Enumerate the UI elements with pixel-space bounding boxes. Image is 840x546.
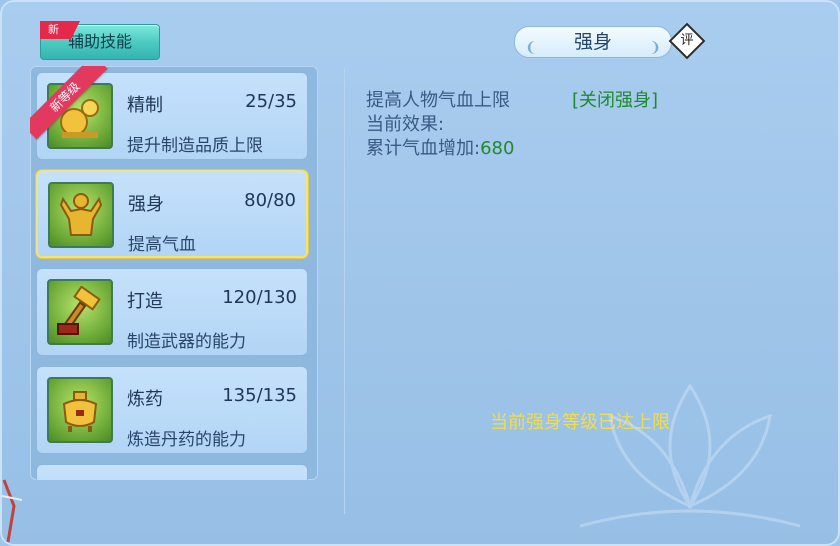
skill-list[interactable]: 精制 25/35 提升制造品质上限 新等级 强身 80/80 提高气血 打造 1…	[30, 66, 318, 480]
current-effect-label: 当前效果:	[366, 114, 445, 135]
skill-name: 炼药	[127, 389, 163, 410]
skill-card-partial[interactable]	[36, 464, 308, 480]
corner-ornament-icon	[1, 479, 23, 543]
hammer-icon	[47, 279, 113, 345]
skill-card-refine[interactable]: 精制 25/35 提升制造品质上限 新等级	[30, 66, 308, 160]
skill-level: 135/135	[222, 385, 297, 406]
skill-desc: 提高气血	[128, 235, 196, 255]
skill-level: 120/130	[222, 287, 297, 308]
hp-increase-label: 累计气血增加:	[366, 138, 481, 159]
detail-title: ❨ 强身 ❩	[514, 26, 672, 58]
close-strength-link[interactable]: [关闭强身]	[572, 86, 658, 112]
swirl-right-icon: ❩	[649, 40, 661, 56]
skill-name: 打造	[127, 291, 163, 312]
skill-name: 强身	[128, 194, 164, 215]
skill-level: 25/35	[245, 91, 297, 112]
detail-title-text: 强身	[573, 31, 612, 53]
tab-label: 辅助技能	[67, 32, 132, 51]
skill-card-forge[interactable]: 打造 120/130 制造武器的能力	[36, 268, 308, 356]
skill-name: 精制	[127, 95, 163, 116]
panel-divider	[344, 68, 345, 514]
swirl-left-icon: ❨	[525, 40, 537, 56]
detail-description: 提高人物气血上限	[366, 90, 510, 111]
hp-increase-value: 680	[480, 138, 515, 159]
skill-desc: 提升制造品质上限	[127, 136, 263, 156]
strength-icon	[48, 182, 114, 248]
skill-card-alchemy[interactable]: 炼药 135/135 炼造丹药的能力	[36, 366, 308, 454]
cauldron-icon	[47, 377, 113, 443]
skill-card-strength[interactable]: 强身 80/80 提高气血	[36, 170, 308, 258]
hp-increase-line: 累计气血增加:680	[366, 134, 514, 160]
rate-button[interactable]: 评	[668, 22, 706, 60]
rate-label: 评	[680, 33, 694, 48]
lotus-decoration-icon	[579, 383, 801, 528]
skill-level: 80/80	[244, 190, 296, 211]
skill-desc: 制造武器的能力	[127, 332, 246, 352]
skill-desc: 炼造丹药的能力	[127, 430, 246, 450]
skill-panel: 辅助技能 新 精制 25/35 提升制造品质上限 新等级 强身 80/80 提高…	[0, 0, 840, 546]
